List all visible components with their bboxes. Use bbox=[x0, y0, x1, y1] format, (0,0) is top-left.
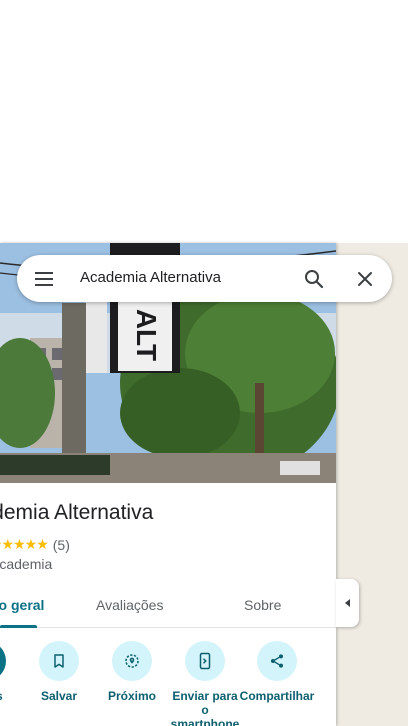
collapse-panel-button[interactable] bbox=[336, 579, 359, 627]
search-bar: Academia Alternativa bbox=[17, 255, 392, 302]
tab-about[interactable]: Sobre bbox=[244, 583, 281, 627]
bookmark-icon bbox=[39, 641, 79, 681]
directions-icon bbox=[0, 641, 6, 681]
action-row: Rotas Salvar Próximo Enviar para o smart… bbox=[0, 641, 336, 726]
close-icon[interactable] bbox=[353, 267, 377, 291]
blank-area bbox=[0, 0, 408, 243]
place-category[interactable]: Academia bbox=[0, 556, 52, 572]
place-panel: ALT Academia Alternativa ★★★★★ (5) Acade… bbox=[0, 243, 336, 726]
menu-icon[interactable] bbox=[32, 267, 56, 291]
tab-bar: Visão geral Avaliações Sobre bbox=[0, 583, 336, 628]
send-to-phone-button[interactable]: Enviar para o smartphone bbox=[167, 641, 243, 726]
star-rating: ★★★★★ bbox=[0, 536, 49, 552]
rating-row[interactable]: ★★★★★ (5) bbox=[0, 536, 70, 553]
svg-text:ALT: ALT bbox=[131, 309, 162, 361]
place-title: Academia Alternativa bbox=[0, 501, 154, 524]
map-area[interactable] bbox=[336, 243, 408, 726]
search-icon[interactable] bbox=[302, 267, 326, 291]
tab-overview[interactable]: Visão geral bbox=[0, 583, 44, 628]
save-label: Salvar bbox=[40, 689, 78, 703]
send-to-phone-icon bbox=[185, 641, 225, 681]
share-icon bbox=[257, 641, 297, 681]
nearby-icon bbox=[112, 641, 152, 681]
nearby-label: Próximo bbox=[107, 689, 156, 703]
search-input[interactable]: Academia Alternativa bbox=[80, 269, 221, 286]
tab-reviews[interactable]: Avaliações bbox=[96, 583, 163, 627]
nearby-button[interactable]: Próximo bbox=[94, 641, 170, 703]
review-count[interactable]: (5) bbox=[53, 537, 70, 553]
share-label: Compartilhar bbox=[239, 689, 315, 703]
chevron-left-icon bbox=[344, 599, 350, 607]
send-to-phone-label: Enviar para o smartphone bbox=[170, 689, 240, 726]
active-tab-indicator bbox=[0, 625, 37, 628]
share-button[interactable]: Compartilhar bbox=[239, 641, 315, 703]
save-button[interactable]: Salvar bbox=[21, 641, 97, 703]
